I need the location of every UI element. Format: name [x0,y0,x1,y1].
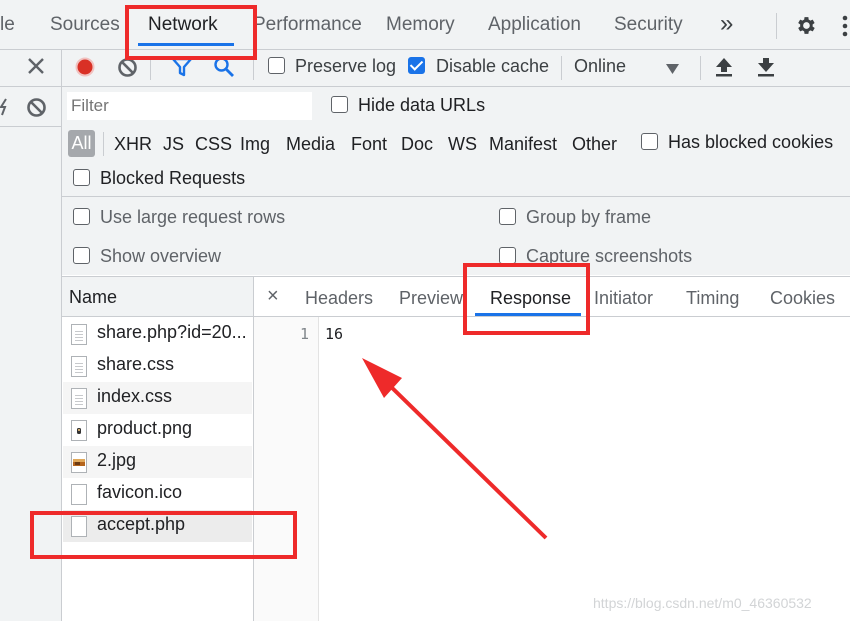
watermark: https://blog.csdn.net/m0_46360532 [593,595,812,611]
annotation-arrow [362,358,548,540]
